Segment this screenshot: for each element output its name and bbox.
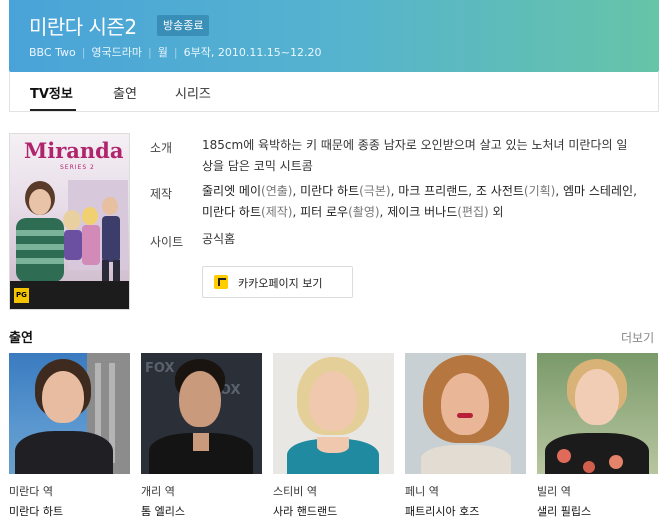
active-tab-indicator bbox=[30, 109, 76, 111]
cast-role: 스티비 역 bbox=[273, 485, 317, 498]
poster-artwork bbox=[16, 180, 128, 284]
kakaopage-button[interactable]: 카카오페이지 보기 bbox=[202, 266, 353, 298]
status-badge: 방송종료 bbox=[157, 15, 210, 36]
poster-title: Miranda bbox=[24, 138, 124, 163]
poster-footer: PG bbox=[10, 281, 129, 309]
tab-cast[interactable]: 출연 bbox=[113, 83, 137, 102]
cast-name[interactable]: 사라 핸드랜드 bbox=[273, 503, 394, 519]
meta-separator: | bbox=[81, 46, 86, 59]
cast-role: 개리 역 bbox=[141, 485, 175, 498]
credit-name[interactable]: 제이크 버나드 bbox=[387, 205, 457, 219]
credit-name[interactable]: 조 사전트 bbox=[476, 184, 524, 198]
site-label: 사이트 bbox=[150, 235, 184, 249]
credit-role: (연출) bbox=[261, 184, 293, 198]
cast-name[interactable]: 샐리 필립스 bbox=[537, 503, 658, 519]
credit-name[interactable]: 미란다 하트 bbox=[202, 205, 261, 219]
kakaopage-icon bbox=[214, 275, 228, 289]
credit-role: (촬영) bbox=[348, 205, 380, 219]
cast-photo[interactable] bbox=[537, 353, 658, 474]
cast-role: 빌리 역 bbox=[537, 485, 571, 498]
cast-card[interactable]: 미란다 역 미란다 하트 bbox=[9, 353, 130, 519]
program-title: 미란다 시즌2 bbox=[29, 15, 137, 39]
cast-card[interactable]: FOX FOX 개리 역 톰 엘리스 bbox=[141, 353, 262, 519]
credit-role: (극본) bbox=[359, 184, 391, 198]
credit-role: (편집) bbox=[457, 205, 489, 219]
cast-section-title: 출연 bbox=[9, 331, 33, 346]
meta-separator: | bbox=[148, 46, 152, 59]
meta-episodes-dates: 6부작, 2010.11.15~12.20 bbox=[183, 46, 322, 59]
cast-name[interactable]: 패트리시아 호즈 bbox=[405, 503, 526, 519]
credit-name[interactable]: 피터 로우 bbox=[300, 205, 348, 219]
cast-photo[interactable] bbox=[273, 353, 394, 474]
tab-series[interactable]: 시리즈 bbox=[175, 83, 211, 102]
credit-name[interactable]: 줄리엣 메이 bbox=[202, 184, 261, 198]
credit-name[interactable]: 엠마 스테레인 bbox=[563, 184, 633, 198]
credit-name[interactable]: 마크 프리랜드 bbox=[398, 184, 468, 198]
synopsis-text: 185cm에 육박하는 키 때문에 종종 남자로 오인받으며 살고 있는 노처녀… bbox=[202, 138, 628, 173]
meta-day: 월 bbox=[157, 46, 168, 59]
cast-name[interactable]: 톰 엘리스 bbox=[141, 503, 262, 519]
credit-name[interactable]: 미란다 하트 bbox=[300, 184, 359, 198]
program-poster[interactable]: Miranda SERIES 2 PG bbox=[9, 133, 130, 310]
credit-role: (기획) bbox=[523, 184, 556, 198]
production-credits: 줄리엣 메이(연출), 미란다 하트(극본), 마크 프리랜드, 조 사전트(기… bbox=[202, 184, 637, 219]
cast-card[interactable]: 스티비 역 사라 핸드랜드 bbox=[273, 353, 394, 519]
tab-tv-info[interactable]: TV정보 bbox=[30, 83, 73, 102]
pg-rating-badge: PG bbox=[14, 288, 29, 303]
credit-etc: 외 bbox=[492, 205, 504, 219]
program-header: 미란다 시즌2 방송종료 BBC Two | 영국드라마 | 월 | 6부작, 2010.1… bbox=[9, 0, 659, 72]
cast-photo[interactable] bbox=[405, 353, 526, 474]
credit-role: (제작) bbox=[261, 205, 293, 219]
cast-name[interactable]: 미란다 하트 bbox=[9, 503, 130, 519]
tab-bar: TV정보 출연 시리즈 bbox=[9, 72, 659, 112]
meta-genre: 영국드라마 bbox=[91, 46, 143, 59]
kakaopage-button-label: 카카오페이지 보기 bbox=[238, 277, 323, 290]
site-link[interactable]: 공식홈 bbox=[202, 229, 638, 250]
cast-role: 페니 역 bbox=[405, 485, 439, 498]
production-label: 제작 bbox=[150, 187, 173, 201]
more-link[interactable]: 더보기 bbox=[621, 329, 654, 346]
cast-role: 미란다 역 bbox=[9, 485, 53, 498]
cast-card[interactable]: 페니 역 패트리시아 호즈 bbox=[405, 353, 526, 519]
cast-photo[interactable]: FOX FOX bbox=[141, 353, 262, 474]
cast-card[interactable]: 빌리 역 샐리 필립스 bbox=[537, 353, 658, 519]
program-meta: BBC Two | 영국드라마 | 월 | 6부작, 2010.11.15~12.20 bbox=[29, 44, 322, 60]
meta-channel[interactable]: BBC Two bbox=[29, 46, 76, 59]
synopsis-label: 소개 bbox=[150, 141, 173, 155]
cast-photo[interactable] bbox=[9, 353, 130, 474]
meta-separator: | bbox=[173, 46, 178, 59]
